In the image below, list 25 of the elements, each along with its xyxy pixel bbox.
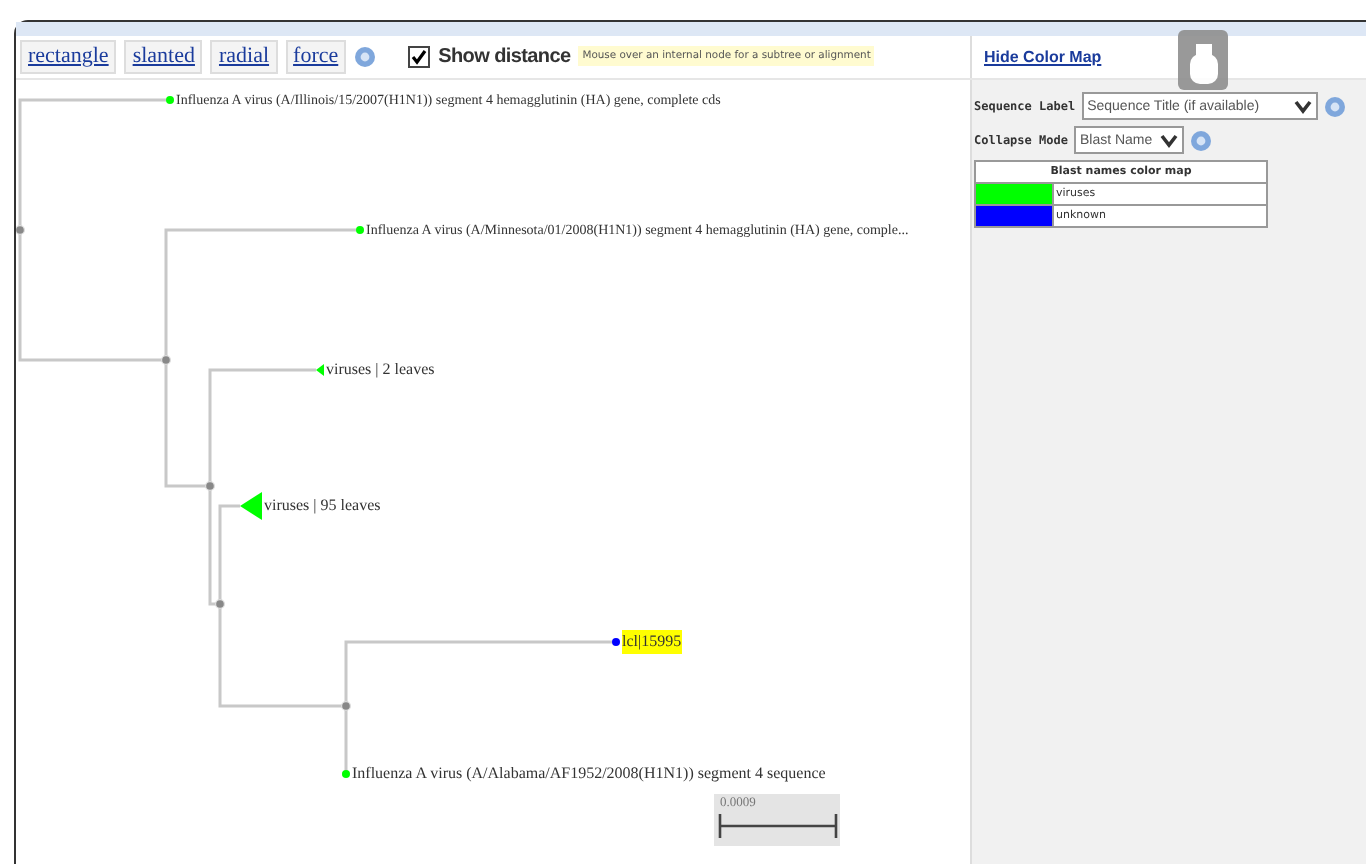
caret-icon xyxy=(1293,99,1312,113)
help-icon[interactable] xyxy=(354,45,377,68)
caret-icon xyxy=(1160,133,1179,147)
checkbox[interactable] xyxy=(408,45,431,68)
node-dot[interactable] xyxy=(215,599,225,609)
node-dot[interactable] xyxy=(205,481,215,491)
layout-link[interactable]: slanted xyxy=(124,39,203,74)
leaf-dot[interactable] xyxy=(342,770,350,778)
node-dot[interactable] xyxy=(161,355,171,365)
checkbox-label: Show distance xyxy=(438,45,571,68)
leaf-dot[interactable] xyxy=(356,226,364,234)
hide-color-map-link[interactable]: Hide Color Map xyxy=(984,47,1102,66)
leaf-label[interactable]: lcl|15995 xyxy=(622,630,682,654)
layout-link[interactable]: rectangle xyxy=(20,39,117,74)
layout-link[interactable]: force xyxy=(285,39,347,74)
leaf-label[interactable]: Influenza A virus (A/Alabama/AF1952/2008(H1N1)) segment 4 sequence xyxy=(352,762,826,786)
node-dot[interactable] xyxy=(341,701,351,711)
leaf-label[interactable]: viruses | 2 leaves xyxy=(326,358,435,382)
layout-link[interactable]: radial xyxy=(210,39,278,74)
help-icon[interactable] xyxy=(1323,95,1346,117)
help-icon[interactable] xyxy=(1190,129,1213,151)
leaf-label[interactable]: viruses | 95 leaves xyxy=(264,494,381,518)
scale-ruler xyxy=(718,814,838,838)
leaf-dot[interactable] xyxy=(612,638,620,646)
leaf-dot[interactable] xyxy=(166,96,174,104)
